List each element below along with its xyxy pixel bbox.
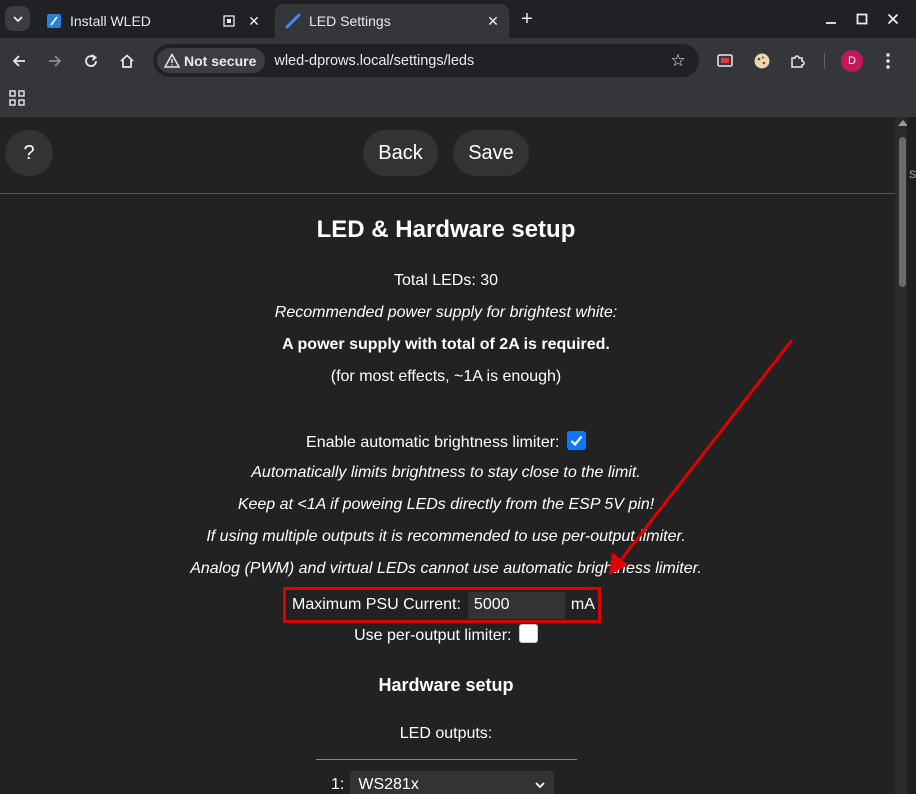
url-text[interactable]: wled-dprows.local/settings/leds xyxy=(274,53,667,69)
per-output-label: Use per-output limiter: xyxy=(354,627,512,644)
address-bar[interactable]: Not secure wled-dprows.local/settings/le… xyxy=(153,44,699,77)
browser-chrome: Install WLED ✕ LED Settings ✕ + Not secu… xyxy=(0,0,916,117)
abl-label: Enable automatic brightness limiter: xyxy=(306,434,560,451)
total-leds-text: Total LEDs: 30 xyxy=(393,272,499,289)
bookmark-star-icon[interactable]: ☆ xyxy=(667,50,689,72)
profile-avatar[interactable]: D xyxy=(841,50,863,72)
led-type-select[interactable]: WS281x xyxy=(350,771,555,794)
tab-search-button[interactable] xyxy=(5,6,30,31)
abl-note-3: If using multiple outputs it is recommen… xyxy=(206,528,686,545)
abl-row: Enable automatic brightness limiter: xyxy=(0,431,892,452)
back-button[interactable]: Back xyxy=(363,130,438,176)
output-row: 1: WS281x xyxy=(331,770,555,794)
screen-cast-icon[interactable] xyxy=(714,50,736,72)
tab-title: Install WLED xyxy=(70,13,151,29)
close-window-icon[interactable] xyxy=(882,8,904,30)
outputs-divider xyxy=(316,759,577,760)
page-title: LED & Hardware setup xyxy=(316,216,576,243)
led-outputs-label: LED outputs: xyxy=(399,725,493,742)
chevron-down-icon xyxy=(535,782,545,789)
warning-icon xyxy=(164,52,180,68)
minimize-icon[interactable] xyxy=(820,8,842,30)
tab-title: LED Settings xyxy=(309,13,391,29)
forward-arrow-icon[interactable] xyxy=(42,48,68,74)
abl-note-4: Analog (PWM) and virtual LEDs cannot use… xyxy=(190,560,702,577)
tab-media-icon xyxy=(222,14,236,28)
wled-favicon-icon xyxy=(46,13,62,29)
checkmark-icon xyxy=(570,435,583,447)
scrollbar-thumb[interactable] xyxy=(899,137,906,287)
recommended-psu-text: Recommended power supply for brightest w… xyxy=(274,304,618,321)
abl-checkbox[interactable] xyxy=(566,431,586,450)
tab-strip: Install WLED ✕ LED Settings ✕ + xyxy=(0,0,916,38)
wled-favicon-icon xyxy=(285,13,301,29)
tab-install-wled[interactable]: Install WLED ✕ xyxy=(36,4,270,38)
save-button[interactable]: Save xyxy=(453,130,529,176)
extension-cookie-icon[interactable] xyxy=(751,50,773,72)
side-panel-edge: S xyxy=(907,117,916,794)
abl-note-2: Keep at <1A if poweing LEDs directly fro… xyxy=(237,496,655,513)
per-output-checkbox[interactable] xyxy=(518,624,538,643)
led-type-value: WS281x xyxy=(358,776,419,793)
security-label: Not secure xyxy=(184,52,257,69)
hardware-heading: Hardware setup xyxy=(378,675,514,695)
extensions-puzzle-icon[interactable] xyxy=(787,50,809,72)
close-tab-icon[interactable]: ✕ xyxy=(483,11,503,31)
most-effects-text: (for most effects, ~1A is enough) xyxy=(330,368,562,385)
help-button[interactable]: ? xyxy=(5,130,53,176)
tab-led-settings[interactable]: LED Settings ✕ xyxy=(275,4,509,38)
security-chip[interactable]: Not secure xyxy=(157,48,266,73)
menu-kebab-icon[interactable] xyxy=(877,50,899,72)
reload-icon[interactable] xyxy=(78,48,104,74)
psu-required-text: A power supply with total of 2A is requi… xyxy=(282,336,610,353)
toolbar-separator xyxy=(824,53,825,69)
highlight-box xyxy=(283,587,601,623)
close-tab-icon[interactable]: ✕ xyxy=(244,11,264,31)
abl-note-1: Automatically limits brightness to stay … xyxy=(251,464,641,481)
bookmarks-bar xyxy=(0,84,916,117)
page-content: ? Back Save LED & Hardware setup Total L… xyxy=(0,117,895,794)
maximize-icon[interactable] xyxy=(851,8,873,30)
chevron-down-icon xyxy=(12,15,23,22)
per-output-row: Use per-output limiter: xyxy=(0,624,892,645)
home-icon[interactable] xyxy=(114,48,140,74)
header-divider xyxy=(0,193,895,194)
toolbar: Not secure wled-dprows.local/settings/le… xyxy=(0,38,916,84)
new-tab-button[interactable]: + xyxy=(514,7,540,31)
output-index: 1: xyxy=(331,776,345,793)
back-arrow-icon[interactable] xyxy=(6,48,32,74)
apps-grid-icon[interactable] xyxy=(9,90,25,106)
